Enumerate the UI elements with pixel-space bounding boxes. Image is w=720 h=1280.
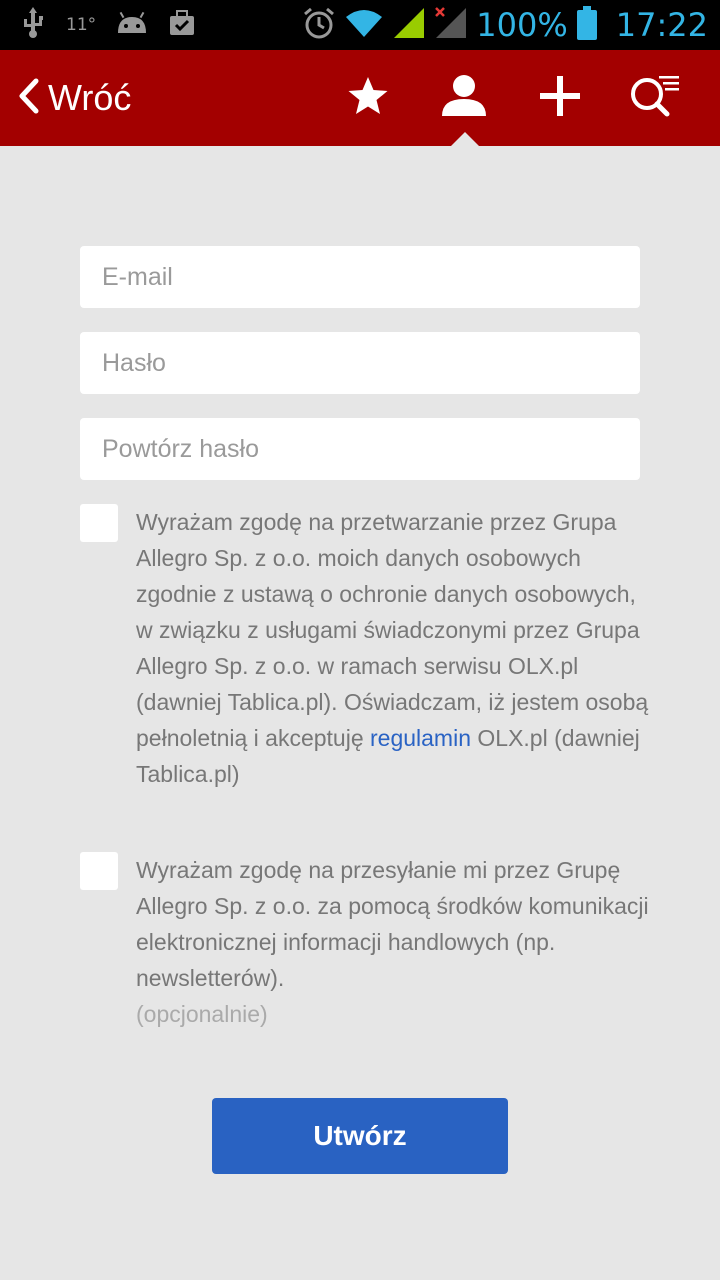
consent-data-processing-text: Wyrażam zgodę na przetwarzanie przez Gru… (136, 504, 656, 792)
back-button[interactable]: Wróć (18, 70, 131, 126)
consent-marketing-body: Wyrażam zgodę na przesyłanie mi przez Gr… (136, 857, 649, 991)
usb-icon (20, 6, 46, 44)
top-app-bar: Wróć (0, 50, 720, 146)
star-icon (347, 76, 389, 121)
consent-text-before: Wyrażam zgodę na przetwarzanie przez Gru… (136, 509, 649, 751)
email-field[interactable] (80, 246, 640, 308)
consent-marketing-text: Wyrażam zgodę na przesyłanie mi przez Gr… (136, 852, 656, 1032)
wifi-icon (344, 7, 384, 44)
temperature-readout: 11° (66, 15, 97, 35)
add-listing-button[interactable] (534, 72, 586, 124)
back-label: Wróć (48, 77, 132, 118)
plus-icon (540, 75, 580, 121)
account-button[interactable] (438, 72, 490, 124)
briefcase-check-icon (168, 9, 196, 42)
consent-data-processing-checkbox[interactable] (80, 504, 118, 542)
clock: 17:22 (615, 6, 708, 44)
status-right: 100% 17:22 (302, 4, 708, 46)
android-icon (116, 11, 148, 40)
consent-marketing-checkbox[interactable] (80, 852, 118, 890)
status-bar: 11° 100% 17:22 (0, 0, 720, 50)
password-field[interactable] (80, 332, 640, 394)
signal-disabled-icon (434, 6, 468, 45)
repeat-password-field[interactable] (80, 418, 640, 480)
status-left: 11° (20, 6, 196, 44)
active-tab-indicator (451, 132, 479, 146)
battery-icon (576, 5, 598, 45)
alarm-icon (302, 6, 336, 45)
optional-label: (opcjonalnie) (136, 1001, 268, 1027)
signal-icon (392, 6, 426, 45)
terms-link[interactable]: regulamin (370, 725, 471, 751)
user-icon (440, 74, 488, 123)
chevron-left-icon (18, 78, 40, 119)
favorites-button[interactable] (342, 72, 394, 124)
create-account-button[interactable]: Utwórz (212, 1098, 508, 1174)
battery-percent: 100% (476, 6, 568, 44)
search-menu-icon (629, 74, 683, 123)
search-button[interactable] (630, 72, 682, 124)
